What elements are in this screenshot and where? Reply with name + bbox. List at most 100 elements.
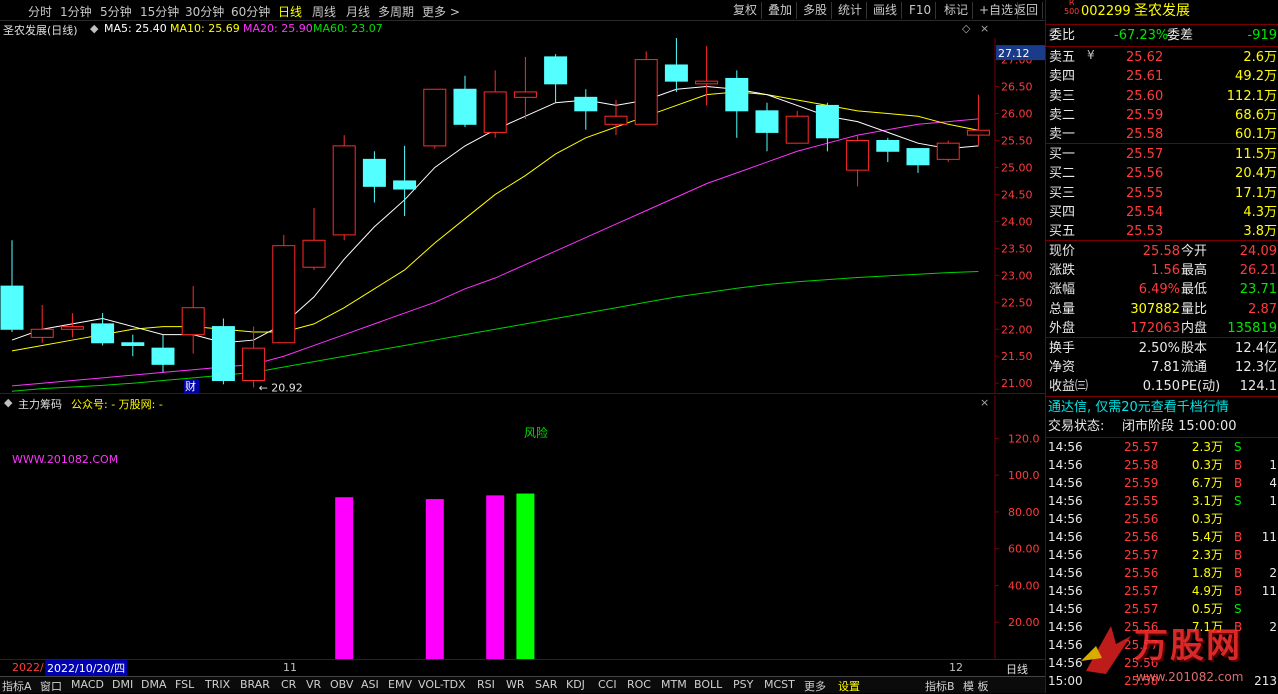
indicator-tab-9[interactable]: VR [306,678,321,691]
close-icon[interactable]: × [980,22,989,35]
indicator-tab-13[interactable]: VOL-TDX [418,678,466,691]
indicator-tab-21[interactable]: BOLL [694,678,722,691]
period-label[interactable]: 日线 [1006,661,1028,677]
y-tick-label: 23.50 [1001,242,1033,255]
indicator-tab-19[interactable]: ROC [627,678,651,691]
settings-icon[interactable]: ◆ [90,22,98,35]
indicator-chart[interactable]: 120.0100.080.0060.0040.0020.00 [0,395,1045,659]
candle-body [152,348,174,364]
tool-button-2[interactable]: 多股 [799,2,832,19]
period-tab-8[interactable]: 月线 [346,3,370,20]
yen-icon: ¥ [1087,48,1095,62]
stat2-row-2: 收益㈢0.150PE(动)124.1 [1046,377,1278,396]
indicator-tab-7[interactable]: BRAR [240,678,270,691]
period-tab-9[interactable]: 多周期 [378,3,414,20]
tool-button-3[interactable]: 统计 [834,2,867,19]
indicator-bar [486,495,504,659]
indicator-tab-17[interactable]: KDJ [566,678,585,691]
tick-row[interactable]: 14:5625.580.3万B1 [1046,456,1278,474]
indicator-close-icon[interactable]: × [980,396,989,409]
period-tab-10[interactable]: 更多 > [422,3,460,20]
stock-code: 002299 [1081,2,1131,21]
tool-button-1[interactable]: 叠加 [764,2,797,19]
tick-row[interactable]: 14:5625.572.3万S [1046,438,1278,456]
tick-row[interactable]: 14:5625.574.9万B11 [1046,582,1278,600]
indicator-tab-16[interactable]: SAR [535,678,557,691]
period-tab-7[interactable]: 周线 [312,3,336,20]
period-tab-4[interactable]: 30分钟 [185,3,224,20]
indicator-tab-1[interactable]: 窗口 [40,678,62,694]
tick-row[interactable]: 14:5625.561.8万B2 [1046,564,1278,582]
ad-banner[interactable]: 通达信, 仅需20元查看千档行情 [1046,398,1278,417]
candle-body [726,78,748,110]
candle-body [31,329,53,337]
stat-row-0: 现价25.58今开24.09 [1046,242,1278,261]
buy-row-2: 买三25.5517.1万 [1046,184,1278,203]
indicator-tab-8[interactable]: CR [281,678,296,691]
indicator-tab-4[interactable]: DMA [141,678,167,691]
indicator-tab-25[interactable]: 设置 [838,678,860,694]
tick-row[interactable]: 14:5625.596.7万B4 [1046,474,1278,492]
indicator-tab-6[interactable]: TRIX [205,678,230,691]
period-tab-2[interactable]: 5分钟 [100,3,132,20]
tool-button-5[interactable]: F10 [905,2,936,19]
watermark-text: 万股网 [1134,618,1242,667]
period-tab-1[interactable]: 1分钟 [60,3,92,20]
tool-button-4[interactable]: 画线 [869,2,902,19]
indicator-tab-26[interactable]: 指标B [925,678,955,694]
indicator-tab-20[interactable]: MTM [661,678,687,691]
period-tab-5[interactable]: 60分钟 [231,3,270,20]
tool-button-0[interactable]: 复权 [729,2,762,19]
indicator-tab-12[interactable]: EMV [388,678,412,691]
tick-row[interactable]: 14:5625.560.3万 [1046,510,1278,528]
y-tick-label: 25.50 [1001,134,1033,147]
indicator-tab-15[interactable]: WR [506,678,525,691]
indicator-y-tick-label: 60.00 [1008,543,1040,556]
indicator-tab-23[interactable]: MCST [764,678,795,691]
period-tab-6[interactable]: 日线 [278,3,302,20]
indicator-settings-icon[interactable]: ◆ [4,396,12,409]
candle-body [545,57,567,84]
indicator-tab-3[interactable]: DMI [112,678,133,691]
tool-button-8[interactable]: 返回 [1010,2,1043,19]
candlestick-chart[interactable]: 27.0026.5026.0025.5025.0024.5024.0023.50… [0,38,1045,394]
risk-label: 风险 [524,424,548,441]
tick-row[interactable]: 14:5625.565.4万B11 [1046,528,1278,546]
stat-row-1: 涨跌1.56最高26.21 [1046,261,1278,280]
indicator-tab-0[interactable]: 指标A [2,678,32,694]
indicator-tab-5[interactable]: FSL [175,678,194,691]
tick-row[interactable]: 14:5625.572.3万B [1046,546,1278,564]
collapse-icon[interactable]: ◇ [962,22,970,35]
period-tab-0[interactable]: 分时 [28,3,52,20]
y-tick-label: 26.50 [1001,81,1033,94]
candle-body [575,97,597,110]
indicator-tab-18[interactable]: CCI [598,678,617,691]
period-tab-3[interactable]: 15分钟 [140,3,179,20]
stock-header: R 500 002299 圣农发展 [1046,2,1278,22]
buy-row-3: 买四25.544.3万 [1046,203,1278,222]
indicator-tab-11[interactable]: ASI [361,678,379,691]
candle-body [484,92,506,132]
candle-body [605,116,627,124]
candle-body [61,327,83,330]
y-tick-label: 21.50 [1001,350,1033,363]
indicator-tab-24[interactable]: 更多 [804,678,826,694]
indicator-tab-10[interactable]: OBV [330,678,353,691]
candle-body [243,348,265,380]
sell-row-3: 卖二25.5968.6万 [1046,106,1278,125]
current-price-label: 27.12 [998,47,1030,60]
indicator-bar [335,497,353,659]
indicator-tab-14[interactable]: RSI [477,678,495,691]
stock-name: 圣农发展 [1134,2,1190,21]
tick-row[interactable]: 14:5625.553.1万S1 [1046,492,1278,510]
indicator-tab-2[interactable]: MACD [71,678,104,691]
indicator-tab-27[interactable]: 模 板 [963,678,989,694]
indicator-tab-22[interactable]: PSY [733,678,753,691]
stat2-row-1: 净资7.81流通12.3亿 [1046,358,1278,377]
event-marker[interactable]: 财 [185,379,196,393]
sell-row-0: 卖五25.622.6万 [1046,48,1278,67]
candle-body [424,89,446,146]
arrow-logo-icon [1076,616,1136,676]
tool-button-6[interactable]: 标记 [940,2,973,19]
y-tick-label: 22.50 [1001,296,1033,309]
